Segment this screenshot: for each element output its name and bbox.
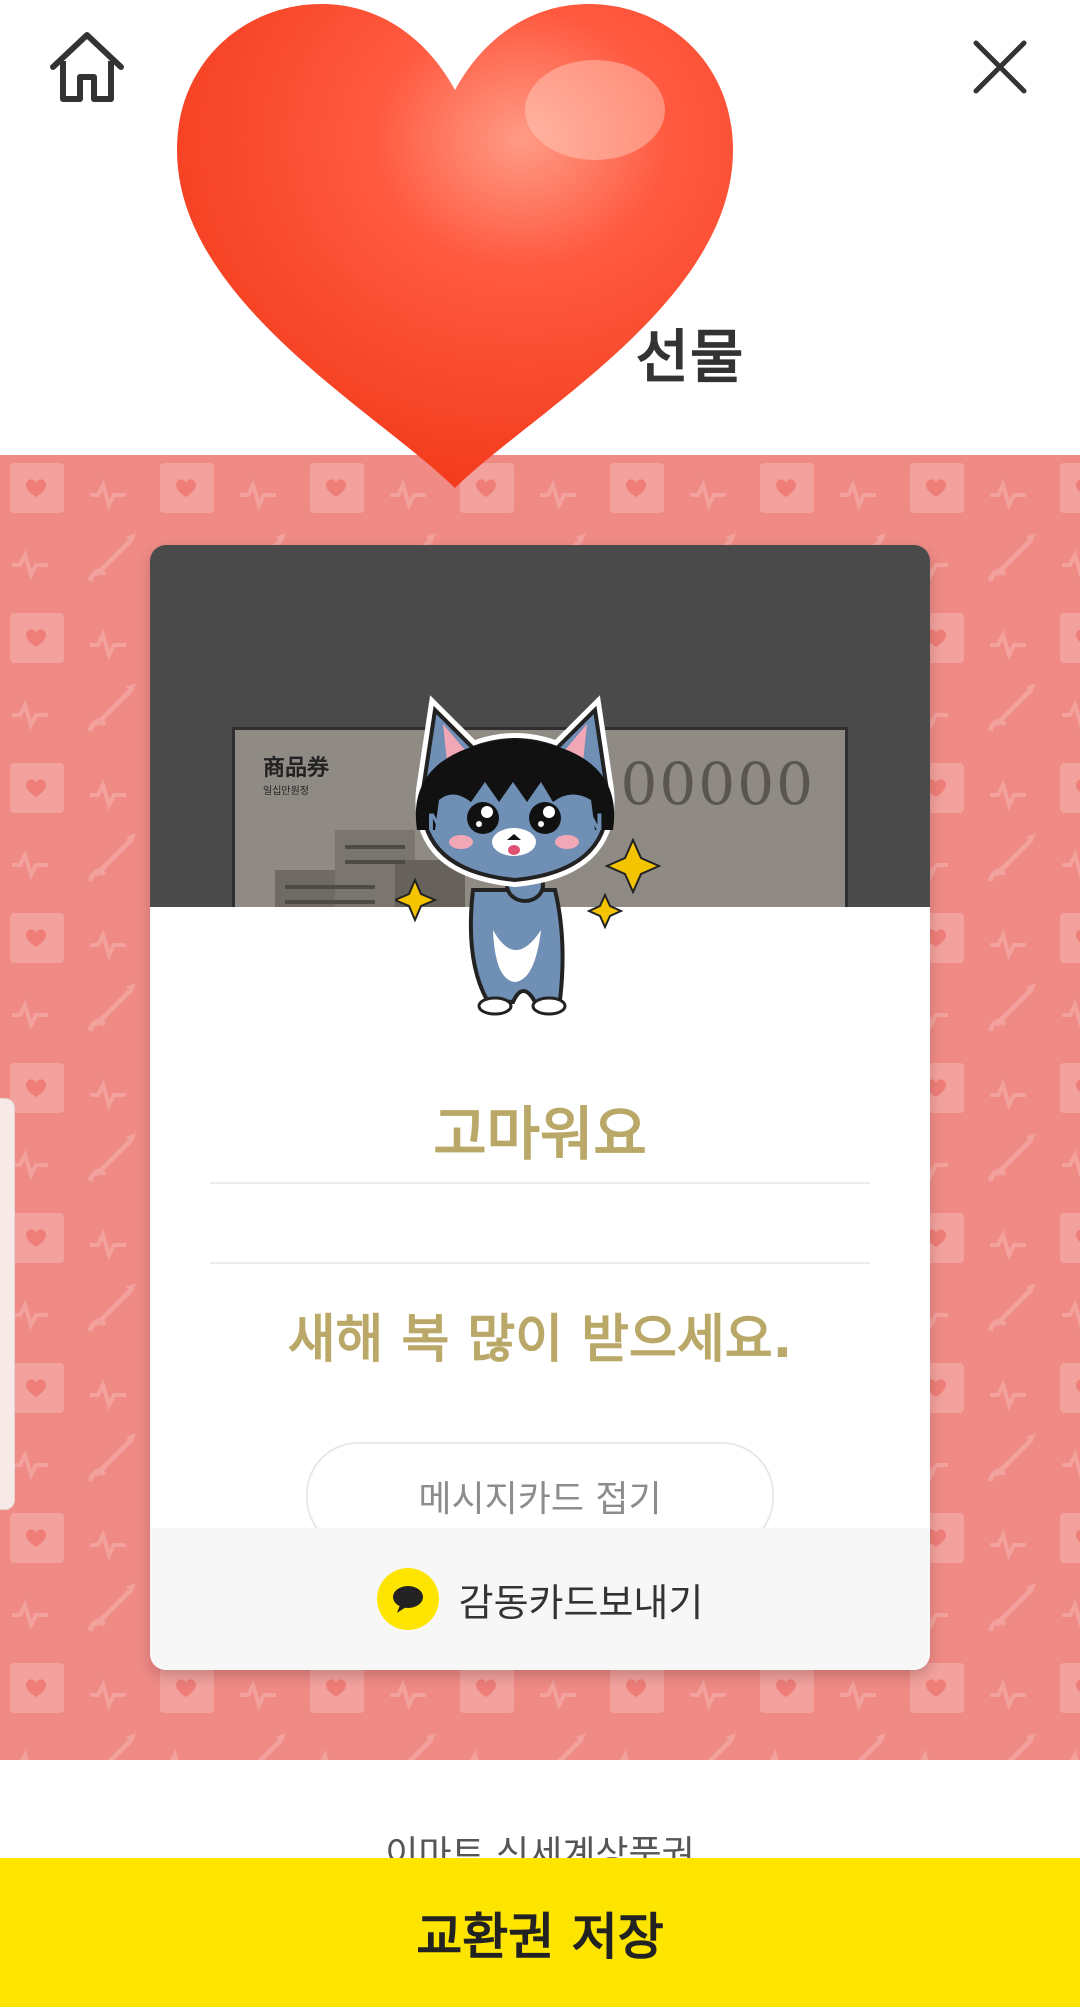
character-sticker: N N: [395, 695, 662, 1016]
home-button[interactable]: [42, 22, 132, 112]
divider-line: [210, 1262, 870, 1264]
send-card-button[interactable]: 감동카드보내기: [150, 1528, 930, 1670]
divider-line: [210, 1182, 870, 1184]
svg-text:N: N: [585, 811, 603, 836]
close-icon: [973, 40, 1027, 94]
voucher-subtitle: 일십만원정: [263, 786, 309, 797]
voucher-title: 商品券: [263, 755, 330, 781]
save-voucher-button[interactable]: 교환권 저장: [0, 1858, 1080, 2007]
close-button[interactable]: [955, 22, 1045, 112]
kakaotalk-icon: [376, 1568, 439, 1630]
svg-text:N: N: [427, 811, 445, 836]
message-title: 고마워요: [433, 1100, 647, 1168]
edge-panel-handle[interactable]: [0, 1098, 15, 1510]
heart-emoji-overlay: [177, 4, 733, 488]
send-card-label: 감동카드보내기: [458, 1580, 704, 1625]
message-body: 새해 복 많이 받으세요.: [287, 1310, 793, 1370]
home-icon: [50, 32, 124, 102]
